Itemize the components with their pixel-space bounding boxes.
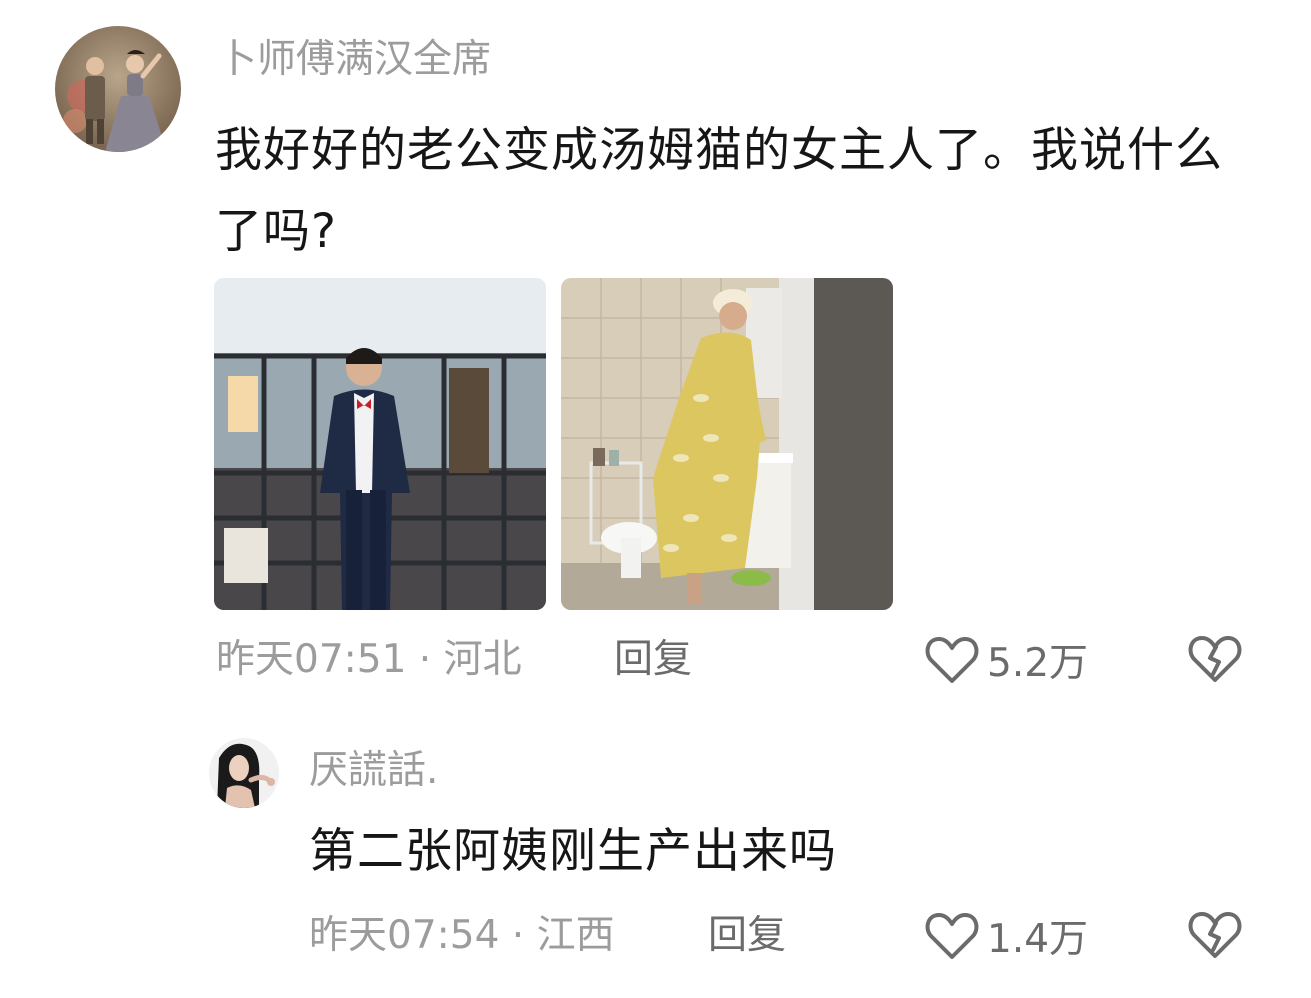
heart-outline-icon	[925, 637, 979, 683]
comment-like-button[interactable]: 5.2万	[925, 632, 1088, 688]
comment-reply-button[interactable]: 回复	[614, 632, 692, 688]
comment-username[interactable]: 卜师傅满汉全席	[218, 33, 491, 87]
avatar-photo-icon	[209, 738, 279, 808]
reply-avatar[interactable]	[209, 738, 279, 808]
reply-username[interactable]: 厌謊話.	[309, 744, 438, 798]
comment-like-count: 5.2万	[987, 641, 1089, 686]
reply-text: 第二张阿姨刚生产出来吗	[309, 824, 837, 879]
comment-avatar[interactable]	[55, 26, 181, 152]
avatar-photo-icon	[55, 26, 181, 152]
comment-image-1[interactable]	[214, 278, 546, 610]
heart-outline-icon	[925, 913, 979, 959]
comment-time: 昨天07:51	[216, 637, 407, 682]
reply-like-button[interactable]: 1.4万	[925, 908, 1088, 964]
broken-heart-icon	[1188, 912, 1242, 958]
reply-reply-button[interactable]: 回复	[708, 908, 786, 964]
comment-text: 我好好的老公变成汤姆猫的女主人了。我说什么了吗?	[215, 123, 1223, 259]
comment-image-2[interactable]	[561, 278, 893, 610]
reply-dislike-button[interactable]	[1188, 910, 1242, 962]
photo-person-in-bathroom-icon	[561, 278, 893, 610]
photo-man-in-suit-icon	[214, 278, 546, 610]
meta-separator: ·	[499, 913, 537, 958]
comment-location: 河北	[443, 637, 522, 682]
comment-dislike-button[interactable]	[1188, 634, 1242, 686]
broken-heart-icon	[1188, 636, 1242, 682]
reply-meta: 昨天07:54 · 江西	[309, 908, 615, 964]
comment-meta: 昨天07:51 · 河北	[216, 632, 522, 688]
meta-separator: ·	[406, 637, 444, 682]
reply-time: 昨天07:54	[309, 913, 500, 958]
reply-like-count: 1.4万	[987, 917, 1089, 962]
reply-location: 江西	[536, 913, 615, 958]
